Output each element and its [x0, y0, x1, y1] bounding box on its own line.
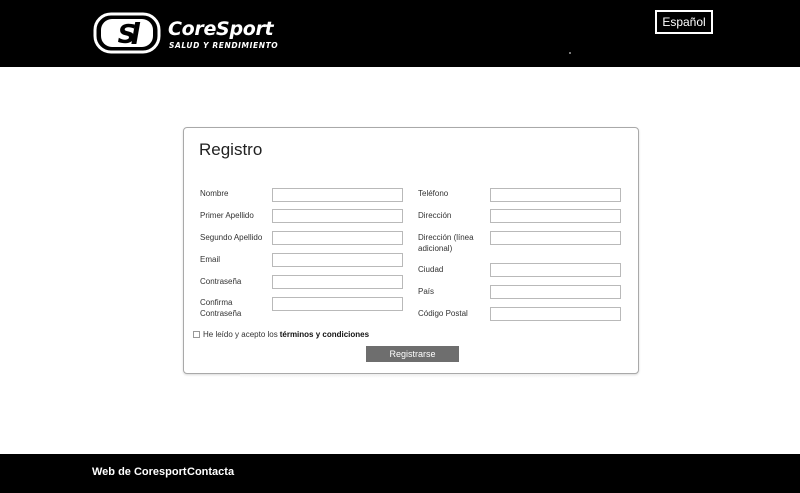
label-contrasena: Contraseña	[200, 277, 242, 286]
contrasena-input[interactable]	[272, 275, 403, 289]
terms-row: He leído y acepto los términos y condici…	[193, 330, 369, 339]
label-direccion-adicional: Dirección (línea adicional)	[418, 233, 474, 253]
confirma-contrasena-input[interactable]	[272, 297, 403, 311]
segundo-apellido-input[interactable]	[272, 231, 403, 245]
terms-checkbox[interactable]	[193, 331, 200, 338]
registration-card: Registro Nombre Primer Apellido Segundo …	[183, 127, 639, 374]
email-input[interactable]	[272, 253, 403, 267]
label-pais: País	[418, 287, 435, 296]
site-footer: Web de Coresport Contacta	[0, 454, 800, 493]
terms-link[interactable]: términos y condiciones	[280, 330, 369, 339]
primer-apellido-input[interactable]	[272, 209, 403, 223]
logo-tagline: SALUD Y RENDIMIENTO	[169, 41, 279, 50]
site-header: S CoreSport SALUD Y RENDIMIENTO Español	[0, 0, 800, 67]
label-segundo-apellido: Segundo Apellido	[200, 233, 263, 242]
direccion-adicional-input[interactable]	[490, 231, 621, 245]
card-shadow	[240, 374, 580, 378]
label-email: Email	[200, 255, 221, 264]
coresport-logo[interactable]: S CoreSport SALUD Y RENDIMIENTO	[93, 12, 293, 54]
label-codigo-postal: Código Postal	[418, 309, 468, 318]
codigo-postal-input[interactable]	[490, 307, 621, 321]
label-ciudad: Ciudad	[418, 265, 444, 274]
page-title: Registro	[199, 140, 263, 159]
register-button[interactable]: Registrarse	[366, 346, 459, 362]
ciudad-input[interactable]	[490, 263, 621, 277]
logo-badge-icon: S	[93, 12, 161, 54]
logo-wordmark: CoreSport	[168, 18, 274, 40]
language-button[interactable]: Español	[655, 10, 713, 34]
label-nombre: Nombre	[200, 189, 229, 198]
label-telefono: Teléfono	[418, 189, 449, 198]
header-dot	[569, 52, 571, 54]
terms-text: He leído y acepto los	[203, 330, 278, 339]
label-confirma-contrasena: Confirma Contraseña	[200, 298, 242, 318]
pais-input[interactable]	[490, 285, 621, 299]
direccion-input[interactable]	[490, 209, 621, 223]
label-primer-apellido: Primer Apellido	[200, 211, 254, 220]
telefono-input[interactable]	[490, 188, 621, 202]
footer-link-web[interactable]: Web de Coresport	[92, 466, 187, 478]
label-direccion: Dirección	[418, 211, 452, 220]
footer-link-contacta[interactable]: Contacta	[187, 466, 234, 478]
nombre-input[interactable]	[272, 188, 403, 202]
